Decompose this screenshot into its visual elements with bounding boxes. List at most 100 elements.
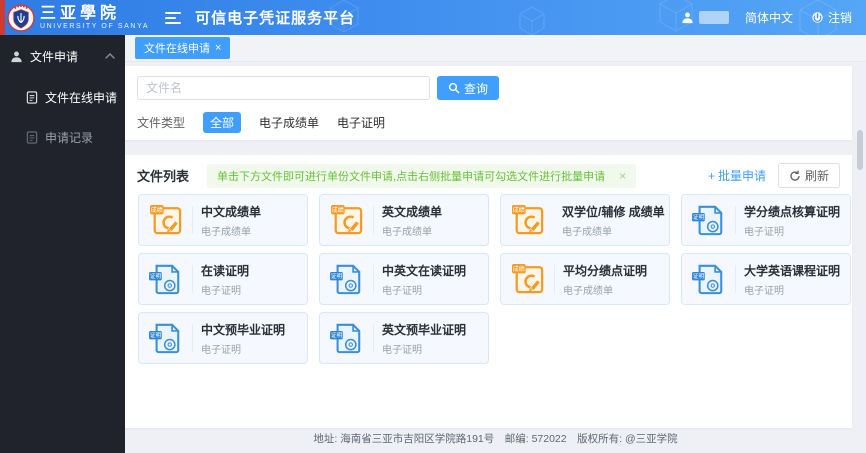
card-divider — [192, 265, 193, 293]
certificate-icon — [691, 263, 727, 295]
file-card-title: 大学英语课程证明 — [744, 263, 841, 278]
card-divider — [373, 265, 374, 293]
close-icon[interactable]: × — [619, 169, 626, 183]
file-card-title: 双学位/辅修 成绩单 — [562, 204, 665, 219]
header-right-cluster: 简体中文 注销 — [681, 9, 852, 26]
certificate-icon — [148, 263, 184, 295]
file-card-title: 英文预毕业证明 — [382, 322, 467, 337]
file-card-subtitle: 电子证明 — [382, 344, 422, 356]
username-redacted — [698, 11, 729, 24]
file-card[interactable]: 中文预毕业证明 电子证明 — [138, 312, 308, 364]
header-red-strip — [0, 0, 5, 35]
certificate-icon — [691, 204, 727, 236]
file-card[interactable]: 在读证明 电子证明 — [138, 253, 308, 305]
search-panel: 查询 文件类型 全部 电子成绩单 电子证明 — [125, 66, 852, 140]
search-icon — [448, 82, 460, 94]
file-card[interactable]: 大学英语课程证明 电子证明 — [681, 253, 851, 305]
page: 三亚學院 UNIVERSITY OF SANYA 可信电子凭证服务平台 简体中文 — [0, 0, 866, 453]
certificate-icon — [148, 322, 184, 354]
refresh-button[interactable]: 刷新 — [777, 163, 840, 188]
file-card-subtitle: 电子证明 — [744, 226, 784, 238]
file-card[interactable]: 中文成绩单 电子成绩单 — [138, 194, 308, 246]
file-card-title: 在读证明 — [201, 263, 250, 278]
file-card-subtitle: 电子成绩单 — [382, 226, 432, 238]
card-divider — [735, 206, 736, 234]
file-list-title: 文件列表 — [137, 169, 190, 184]
filter-label: 文件类型 — [137, 116, 186, 130]
sidebar-parent-label: 文件申请 — [30, 49, 79, 64]
card-divider — [192, 206, 193, 234]
card-divider — [373, 324, 374, 352]
tab-label: 文件在线申请 — [144, 43, 210, 55]
language-switcher[interactable]: 简体中文 — [745, 9, 793, 26]
sidebar-item-label: 文件在线申请 — [45, 90, 118, 105]
file-card[interactable]: 中英文在读证明 电子证明 — [319, 253, 489, 305]
document-icon — [26, 130, 38, 144]
school-name-en: UNIVERSITY OF SANYA — [40, 23, 150, 30]
batch-apply-label: 批量申请 — [717, 169, 766, 183]
chevron-up-icon — [105, 53, 115, 59]
sidebar-item-label: 申请记录 — [45, 130, 94, 145]
filter-option-transcript[interactable]: 电子成绩单 — [259, 114, 319, 131]
file-card-grid: 中文成绩单 电子成绩单 英文成绩单 电子成绩单 双学位/辅修 成绩单 电子成绩单… — [125, 192, 852, 364]
file-card[interactable]: 双学位/辅修 成绩单 电子成绩单 — [500, 194, 670, 246]
sidebar-item-file-application[interactable]: 文件申请 — [0, 35, 125, 77]
transcript-icon — [510, 263, 546, 295]
file-card-subtitle: 电子成绩单 — [562, 226, 612, 238]
school-identity: 三亚學院 UNIVERSITY OF SANYA — [40, 3, 150, 31]
sidebar-item-file-online-application[interactable]: 文件在线申请 — [0, 77, 125, 117]
logout-button[interactable]: 注销 — [811, 9, 852, 26]
file-card-title: 英文成绩单 — [382, 204, 443, 219]
notice-banner: 单击下方文件即可进行单份文件申请,点击右侧批量申请可勾选文件进行批量申请 × — [207, 163, 637, 188]
file-card-subtitle: 电子证明 — [744, 285, 784, 297]
batch-apply-button[interactable]: + 批量申请 — [708, 167, 766, 184]
tab-file-online-application[interactable]: 文件在线申请 × — [135, 37, 231, 59]
university-logo-icon — [7, 3, 35, 32]
school-name: 三亚學院 — [40, 3, 121, 22]
file-card-title: 平均分绩点证明 — [563, 263, 648, 278]
file-list-panel: 文件列表 单击下方文件即可进行单份文件申请,点击右侧批量申请可勾选文件进行批量申… — [125, 155, 852, 428]
plus-icon: + — [707, 168, 715, 183]
certificate-icon — [329, 263, 365, 295]
notice-text: 单击下方文件即可进行单份文件申请,点击右侧批量申请可勾选文件进行批量申请 — [217, 170, 606, 183]
file-card-title: 中英文在读证明 — [382, 263, 467, 278]
file-card[interactable]: 英文成绩单 电子成绩单 — [319, 194, 489, 246]
main-area: 文件在线申请 × 查询 文件类型 全部 电子成绩单 电子证明 — [125, 35, 866, 453]
file-card-title: 学分绩点核算证明 — [744, 204, 841, 219]
tab-bar: 文件在线申请 × — [125, 35, 866, 62]
sidebar: 文件申请 文件在线申请 申请记录 — [0, 35, 125, 453]
filter-option-all[interactable]: 全部 — [203, 112, 242, 133]
card-divider — [554, 265, 555, 293]
file-card-subtitle: 电子证明 — [201, 344, 241, 356]
file-list-actions: + 批量申请 刷新 — [708, 163, 840, 188]
file-card[interactable]: 学分绩点核算证明 电子证明 — [681, 194, 851, 246]
platform-title: 可信电子凭证服务平台 — [195, 10, 356, 27]
scrollbar[interactable] — [857, 130, 863, 170]
card-divider — [373, 206, 374, 234]
search-button-label: 查询 — [464, 81, 489, 96]
file-card[interactable]: 英文预毕业证明 电子证明 — [319, 312, 489, 364]
certificate-icon — [329, 322, 365, 354]
transcript-icon — [510, 204, 546, 236]
user-chip[interactable] — [681, 11, 729, 24]
document-icon — [26, 90, 38, 104]
sidebar-item-application-records[interactable]: 申请记录 — [0, 117, 125, 157]
file-card-subtitle: 电子证明 — [382, 285, 422, 297]
search-input[interactable] — [137, 76, 430, 100]
search-button[interactable]: 查询 — [437, 76, 500, 100]
file-card[interactable]: 平均分绩点证明 电子成绩单 — [500, 253, 670, 305]
file-card-subtitle: 电子证明 — [201, 285, 241, 297]
card-divider — [735, 265, 736, 293]
user-icon — [11, 50, 22, 62]
filter-option-certificate[interactable]: 电子证明 — [337, 114, 385, 131]
refresh-label: 刷新 — [804, 169, 829, 183]
close-icon[interactable]: × — [215, 42, 221, 54]
card-divider — [192, 324, 193, 352]
logout-label: 注销 — [827, 11, 852, 25]
collapse-menu-icon[interactable] — [165, 11, 182, 24]
university-logo — [7, 3, 35, 32]
file-list-header: 文件列表 单击下方文件即可进行单份文件申请,点击右侧批量申请可勾选文件进行批量申… — [125, 155, 852, 192]
file-card-title: 中文预毕业证明 — [201, 322, 286, 337]
power-icon — [812, 12, 823, 23]
transcript-icon — [148, 204, 184, 236]
